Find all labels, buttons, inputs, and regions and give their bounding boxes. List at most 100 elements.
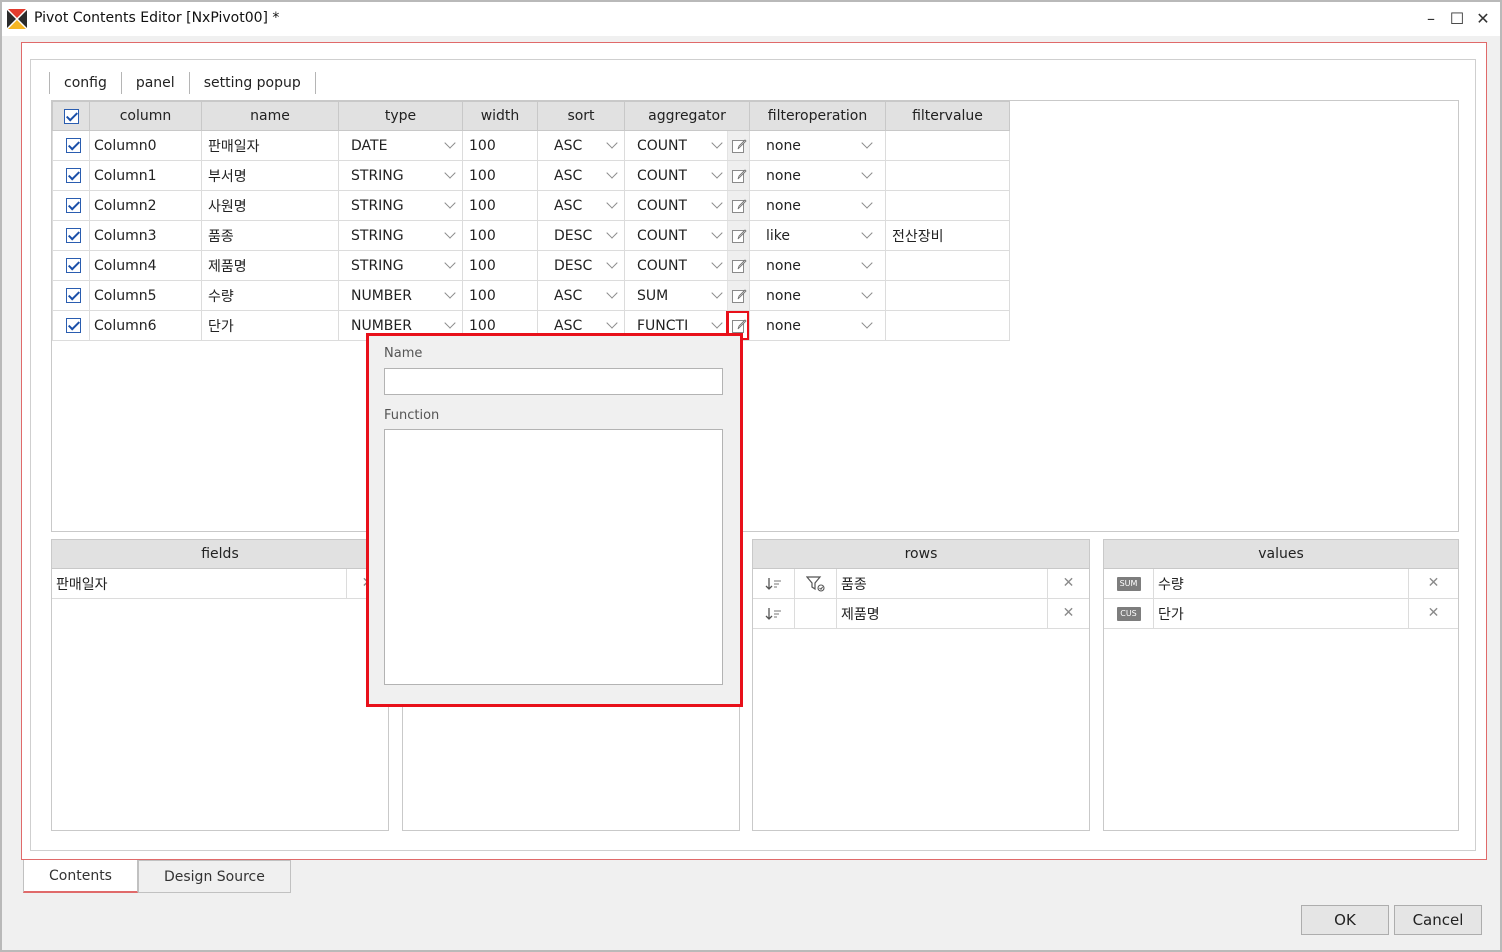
filteroperation-value: none: [766, 137, 801, 154]
edit-function-button[interactable]: [727, 191, 749, 220]
filteroperation-select[interactable]: none: [749, 250, 886, 281]
aggregator-select[interactable]: COUNT: [626, 197, 728, 214]
list-item[interactable]: 품종 ✕: [753, 569, 1089, 599]
cancel-button[interactable]: Cancel: [1394, 905, 1482, 935]
filtervalue-cell[interactable]: [885, 310, 1010, 341]
column-cell: Column5: [89, 280, 202, 311]
sort-select[interactable]: ASC: [537, 160, 625, 191]
filteroperation-select[interactable]: none: [749, 190, 886, 221]
filteroperation-select[interactable]: none: [749, 160, 886, 191]
value-field-label: 단가: [1158, 606, 1184, 623]
name-cell[interactable]: 단가: [201, 310, 339, 341]
list-item[interactable]: SUM 수량 ✕: [1104, 569, 1458, 599]
aggregator-select[interactable]: COUNT: [626, 257, 728, 274]
filtervalue-cell[interactable]: 전산장비: [885, 220, 1010, 251]
remove-icon[interactable]: ✕: [1047, 599, 1089, 628]
sort-select[interactable]: ASC: [537, 190, 625, 221]
width-cell[interactable]: 100: [462, 220, 538, 251]
maximize-button[interactable]: ☐: [1446, 8, 1468, 30]
name-cell[interactable]: 품종: [201, 220, 339, 251]
aggregator-badge[interactable]: SUM: [1104, 569, 1154, 598]
filteroperation-select[interactable]: like: [749, 220, 886, 251]
row-checkbox[interactable]: [52, 280, 90, 311]
type-select[interactable]: STRING: [338, 220, 463, 251]
sort-desc-icon[interactable]: [753, 599, 795, 628]
list-item[interactable]: CUS 단가 ✕: [1104, 599, 1458, 629]
name-cell[interactable]: 사원명: [201, 190, 339, 221]
aggregator-select[interactable]: COUNT: [626, 167, 728, 184]
table-row[interactable]: Column3 품종 STRING 100 DESC COUNT like 전산장비: [52, 220, 1010, 251]
remove-icon[interactable]: ✕: [1408, 599, 1458, 628]
type-select[interactable]: STRING: [338, 190, 463, 221]
table-row[interactable]: Column4 제품명 STRING 100 DESC COUNT none: [52, 250, 1010, 281]
name-cell[interactable]: 부서명: [201, 160, 339, 191]
type-select[interactable]: NUMBER: [338, 280, 463, 311]
select-all-checkbox[interactable]: [52, 101, 90, 131]
sort-select[interactable]: ASC: [537, 280, 625, 311]
list-item[interactable]: 판매일자 ✕: [52, 569, 388, 599]
sort-select[interactable]: DESC: [537, 220, 625, 251]
filtervalue-cell[interactable]: [885, 280, 1010, 311]
tab-setting-popup[interactable]: setting popup: [188, 72, 316, 94]
row-checkbox[interactable]: [52, 220, 90, 251]
width-cell[interactable]: 100: [462, 280, 538, 311]
sort-select[interactable]: DESC: [537, 250, 625, 281]
name-cell[interactable]: 수량: [201, 280, 339, 311]
edit-function-button[interactable]: [727, 251, 749, 280]
width-cell[interactable]: 100: [462, 130, 538, 161]
aggregator-badge[interactable]: CUS: [1104, 599, 1154, 628]
filteroperation-select[interactable]: none: [749, 280, 886, 311]
type-select[interactable]: STRING: [338, 160, 463, 191]
remove-icon[interactable]: ✕: [1408, 569, 1458, 598]
width-cell[interactable]: 100: [462, 190, 538, 221]
filter-slot[interactable]: [795, 599, 837, 628]
filtervalue-cell[interactable]: [885, 130, 1010, 161]
table-row[interactable]: Column0 판매일자 DATE 100 ASC COUNT none: [52, 130, 1010, 161]
filtervalue-cell[interactable]: [885, 190, 1010, 221]
minimize-button[interactable]: –: [1420, 8, 1442, 30]
name-field[interactable]: [384, 368, 723, 395]
aggregator-select[interactable]: FUNCTI: [626, 317, 728, 334]
name-cell[interactable]: 제품명: [201, 250, 339, 281]
filter-icon[interactable]: [795, 569, 837, 598]
aggregator-select[interactable]: SUM: [626, 287, 728, 304]
tab-config[interactable]: config: [49, 72, 121, 94]
row-checkbox[interactable]: [52, 130, 90, 161]
row-checkbox[interactable]: [52, 310, 90, 341]
remove-icon[interactable]: ✕: [1047, 569, 1089, 598]
sort-value: ASC: [554, 317, 583, 334]
list-item[interactable]: 제품명 ✕: [753, 599, 1089, 629]
filteroperation-value: none: [766, 197, 801, 214]
rows-panel: rows 품종 ✕ 제품명 ✕: [752, 539, 1090, 831]
row-checkbox[interactable]: [52, 160, 90, 191]
edit-function-button[interactable]: [727, 281, 749, 310]
name-cell[interactable]: 판매일자: [201, 130, 339, 161]
type-select[interactable]: STRING: [338, 250, 463, 281]
tab-contents[interactable]: Contents: [23, 860, 138, 893]
aggregator-select[interactable]: COUNT: [626, 137, 728, 154]
filtervalue-cell[interactable]: [885, 160, 1010, 191]
filteroperation-select[interactable]: none: [749, 130, 886, 161]
width-cell[interactable]: 100: [462, 160, 538, 191]
aggregator-select[interactable]: COUNT: [626, 227, 728, 244]
row-checkbox[interactable]: [52, 190, 90, 221]
function-textarea[interactable]: [384, 429, 723, 685]
width-cell[interactable]: 100: [462, 250, 538, 281]
table-row[interactable]: Column1 부서명 STRING 100 ASC COUNT none: [52, 160, 1010, 191]
edit-function-button[interactable]: [727, 161, 749, 190]
chevron-down-icon: [711, 227, 723, 239]
edit-function-button[interactable]: [727, 221, 749, 250]
tab-design-source[interactable]: Design Source: [137, 860, 291, 893]
filteroperation-select[interactable]: none: [749, 310, 886, 341]
close-window-button[interactable]: ✕: [1472, 8, 1494, 30]
edit-function-button[interactable]: [727, 131, 749, 160]
row-checkbox[interactable]: [52, 250, 90, 281]
sort-select[interactable]: ASC: [537, 130, 625, 161]
ok-button[interactable]: OK: [1301, 905, 1389, 935]
table-row[interactable]: Column2 사원명 STRING 100 ASC COUNT none: [52, 190, 1010, 221]
type-select[interactable]: DATE: [338, 130, 463, 161]
tab-panel[interactable]: panel: [120, 72, 189, 94]
table-row[interactable]: Column5 수량 NUMBER 100 ASC SUM none: [52, 280, 1010, 311]
sort-desc-icon[interactable]: [753, 569, 795, 598]
filtervalue-cell[interactable]: [885, 250, 1010, 281]
